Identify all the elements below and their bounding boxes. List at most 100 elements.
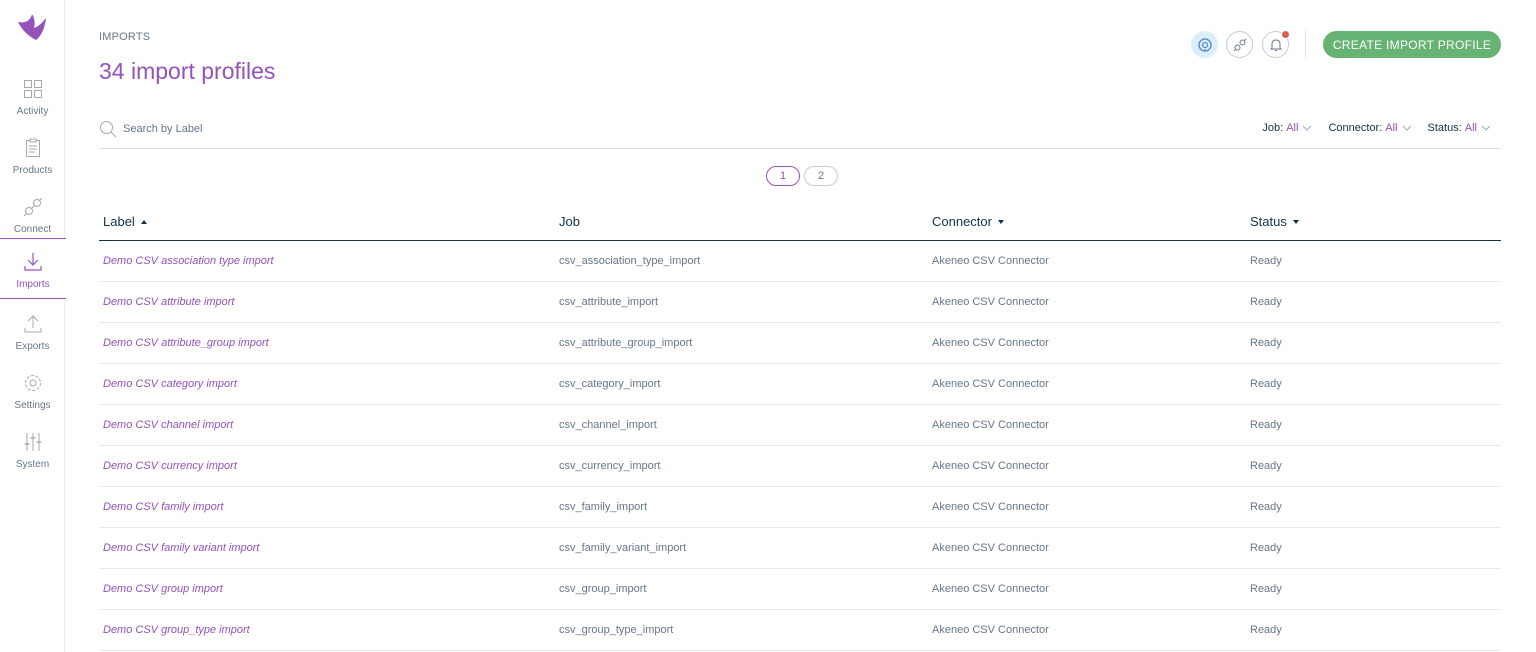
connect-button[interactable] (1226, 31, 1253, 58)
gear-icon (24, 375, 41, 391)
row-label[interactable]: Demo CSV group import (103, 583, 223, 595)
row-label[interactable]: Demo CSV channel import (103, 419, 233, 431)
row-status: Ready (1250, 583, 1282, 595)
row-job: csv_currency_import (559, 460, 661, 472)
sidebar-item-label: Exports (15, 341, 50, 352)
row-job: csv_category_import (559, 378, 661, 390)
table-row[interactable]: Demo CSV family variant import csv_famil… (99, 528, 1501, 569)
notifications-button[interactable] (1262, 30, 1290, 58)
row-job: csv_channel_import (559, 419, 657, 431)
column-title: Job (559, 214, 580, 229)
row-label[interactable]: Demo CSV category import (103, 378, 237, 390)
create-import-profile-button[interactable]: CREATE IMPORT PROFILE (1323, 31, 1501, 58)
table-body: Demo CSV association type import csv_ass… (99, 241, 1501, 651)
table-row[interactable]: Demo CSV group_type import csv_group_typ… (99, 610, 1501, 651)
sidebar-item-imports[interactable]: Imports (0, 238, 66, 299)
sidebar-item-activity[interactable]: Activity (0, 70, 65, 129)
help-button[interactable] (1191, 31, 1218, 58)
sort-dropdown-icon (1292, 219, 1299, 224)
page-button-1[interactable]: 1 (766, 166, 800, 186)
row-status: Ready (1250, 296, 1282, 308)
table-row[interactable]: Demo CSV association type import csv_ass… (99, 241, 1501, 282)
table-row[interactable]: Demo CSV category import csv_category_im… (99, 364, 1501, 405)
sidebar-item-system[interactable]: System (0, 423, 65, 482)
sidebar-item-label: System (15, 459, 50, 470)
row-connector: Akeneo CSV Connector (932, 255, 1049, 267)
column-header-status[interactable]: Status (1250, 214, 1299, 229)
filter-value: All (1385, 122, 1398, 134)
notification-badge (1281, 30, 1290, 39)
row-label[interactable]: Demo CSV family variant import (103, 542, 260, 554)
clipboard-icon (25, 138, 40, 157)
search-bar: Job : All Connector : All Status : All (99, 112, 1501, 149)
row-connector: Akeneo CSV Connector (932, 337, 1049, 349)
row-connector: Akeneo CSV Connector (932, 460, 1049, 472)
row-connector: Akeneo CSV Connector (932, 583, 1049, 595)
row-label[interactable]: Demo CSV attribute import (103, 296, 234, 308)
sidebar-item-label: Connect (13, 224, 52, 235)
row-status: Ready (1250, 419, 1282, 431)
filter-name: Connector (1328, 122, 1380, 134)
page-button-2[interactable]: 2 (804, 166, 838, 186)
chevron-down-icon (1481, 125, 1491, 131)
row-connector: Akeneo CSV Connector (932, 624, 1049, 636)
row-status: Ready (1250, 624, 1282, 636)
search-input[interactable] (123, 120, 523, 138)
sidebar-item-settings[interactable]: Settings (0, 364, 65, 423)
table-header: Label Job Connector Status (99, 203, 1501, 241)
sidebar-item-label: Settings (14, 400, 51, 411)
row-label[interactable]: Demo CSV association type import (103, 255, 274, 267)
help-center-icon (1197, 37, 1212, 52)
row-job: csv_group_type_import (559, 624, 674, 636)
table-row[interactable]: Demo CSV currency import csv_currency_im… (99, 446, 1501, 487)
table-row[interactable]: Demo CSV attribute import csv_attribute_… (99, 282, 1501, 323)
akeneo-logo[interactable] (14, 12, 50, 44)
row-status: Ready (1250, 337, 1282, 349)
status-filter[interactable]: Status : All (1428, 122, 1491, 134)
column-title: Status (1250, 214, 1287, 229)
row-status: Ready (1250, 255, 1282, 267)
sidebar-item-label: Imports (16, 279, 50, 290)
column-header-job: Job (559, 214, 580, 229)
column-title: Connector (932, 214, 992, 229)
sort-dropdown-icon (997, 219, 1004, 224)
filter-value: All (1286, 122, 1299, 134)
plug-icon (1233, 38, 1246, 51)
pagination: 1 2 (766, 166, 838, 186)
sort-ascending-icon (140, 219, 147, 224)
breadcrumb[interactable]: IMPORTS (99, 31, 150, 43)
table-row[interactable]: Demo CSV family import csv_family_import… (99, 487, 1501, 528)
sidebar-item-label: Products (12, 165, 53, 176)
connector-filter[interactable]: Connector : All (1328, 122, 1411, 134)
sidebar-item-exports[interactable]: Exports (0, 305, 65, 364)
job-filter[interactable]: Job : All (1262, 122, 1312, 134)
table-row[interactable]: Demo CSV channel import csv_channel_impo… (99, 405, 1501, 446)
bell-icon (1269, 38, 1282, 51)
row-job: csv_association_type_import (559, 255, 701, 267)
row-connector: Akeneo CSV Connector (932, 378, 1049, 390)
row-label[interactable]: Demo CSV family import (103, 501, 223, 513)
sliders-icon (24, 433, 41, 451)
activity-grid-icon (23, 80, 42, 98)
row-status: Ready (1250, 460, 1282, 472)
row-job: csv_family_import (559, 501, 648, 513)
table-row[interactable]: Demo CSV group import csv_group_import A… (99, 569, 1501, 610)
table-row[interactable]: Demo CSV attribute_group import csv_attr… (99, 323, 1501, 364)
row-job: csv_attribute_group_import (559, 337, 693, 349)
row-label[interactable]: Demo CSV group_type import (103, 624, 250, 636)
row-label[interactable]: Demo CSV attribute_group import (103, 337, 269, 349)
row-connector: Akeneo CSV Connector (932, 542, 1049, 554)
plug-icon (23, 197, 42, 217)
search-icon (100, 121, 117, 138)
filter-value: All (1464, 122, 1477, 134)
column-header-connector[interactable]: Connector (932, 214, 1004, 229)
row-label[interactable]: Demo CSV currency import (103, 460, 237, 472)
row-connector: Akeneo CSV Connector (932, 296, 1049, 308)
column-header-label[interactable]: Label (103, 214, 147, 229)
row-job: csv_group_import (559, 583, 647, 595)
column-title: Label (103, 214, 135, 229)
row-job: csv_family_variant_import (559, 542, 687, 554)
row-connector: Akeneo CSV Connector (932, 419, 1049, 431)
sidebar-item-products[interactable]: Products (0, 129, 65, 188)
header-divider (1305, 30, 1306, 58)
